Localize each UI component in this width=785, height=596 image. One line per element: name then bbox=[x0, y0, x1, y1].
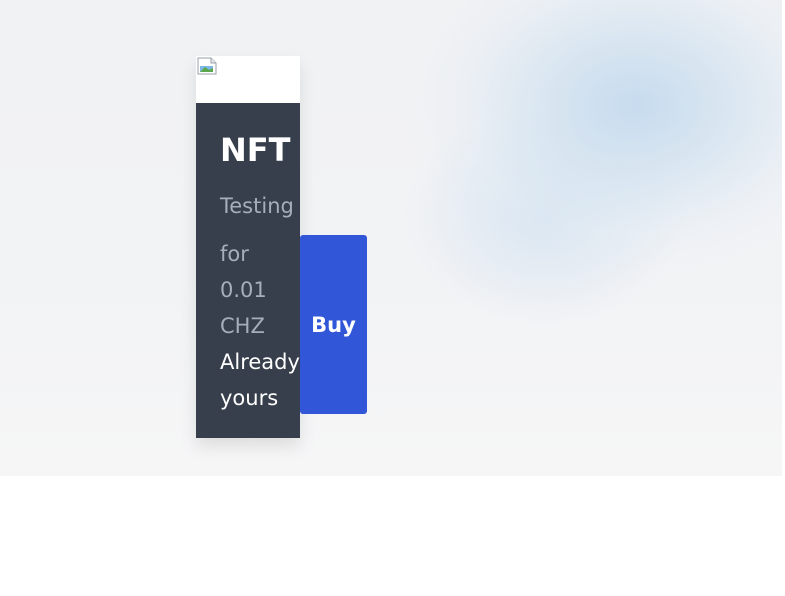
price-line-for: for bbox=[220, 242, 249, 266]
price-currency: CHZ bbox=[220, 314, 265, 338]
image-alt-text: nft_img bbox=[220, 59, 295, 83]
nft-image: nft_img bbox=[196, 56, 300, 103]
nft-title: NFT bbox=[220, 131, 291, 169]
owned-status-line-1: Already bbox=[220, 350, 300, 374]
broken-image-icon bbox=[197, 57, 217, 75]
nft-description: Testing bbox=[220, 194, 294, 218]
nft-card: nft_img NFT Testing for 0.01 CHZ Already… bbox=[196, 56, 300, 438]
price-amount: 0.01 bbox=[220, 278, 267, 302]
hero-background bbox=[0, 0, 782, 476]
owned-status-line-2: yours bbox=[220, 386, 279, 410]
buy-button[interactable]: Buy bbox=[300, 235, 367, 414]
